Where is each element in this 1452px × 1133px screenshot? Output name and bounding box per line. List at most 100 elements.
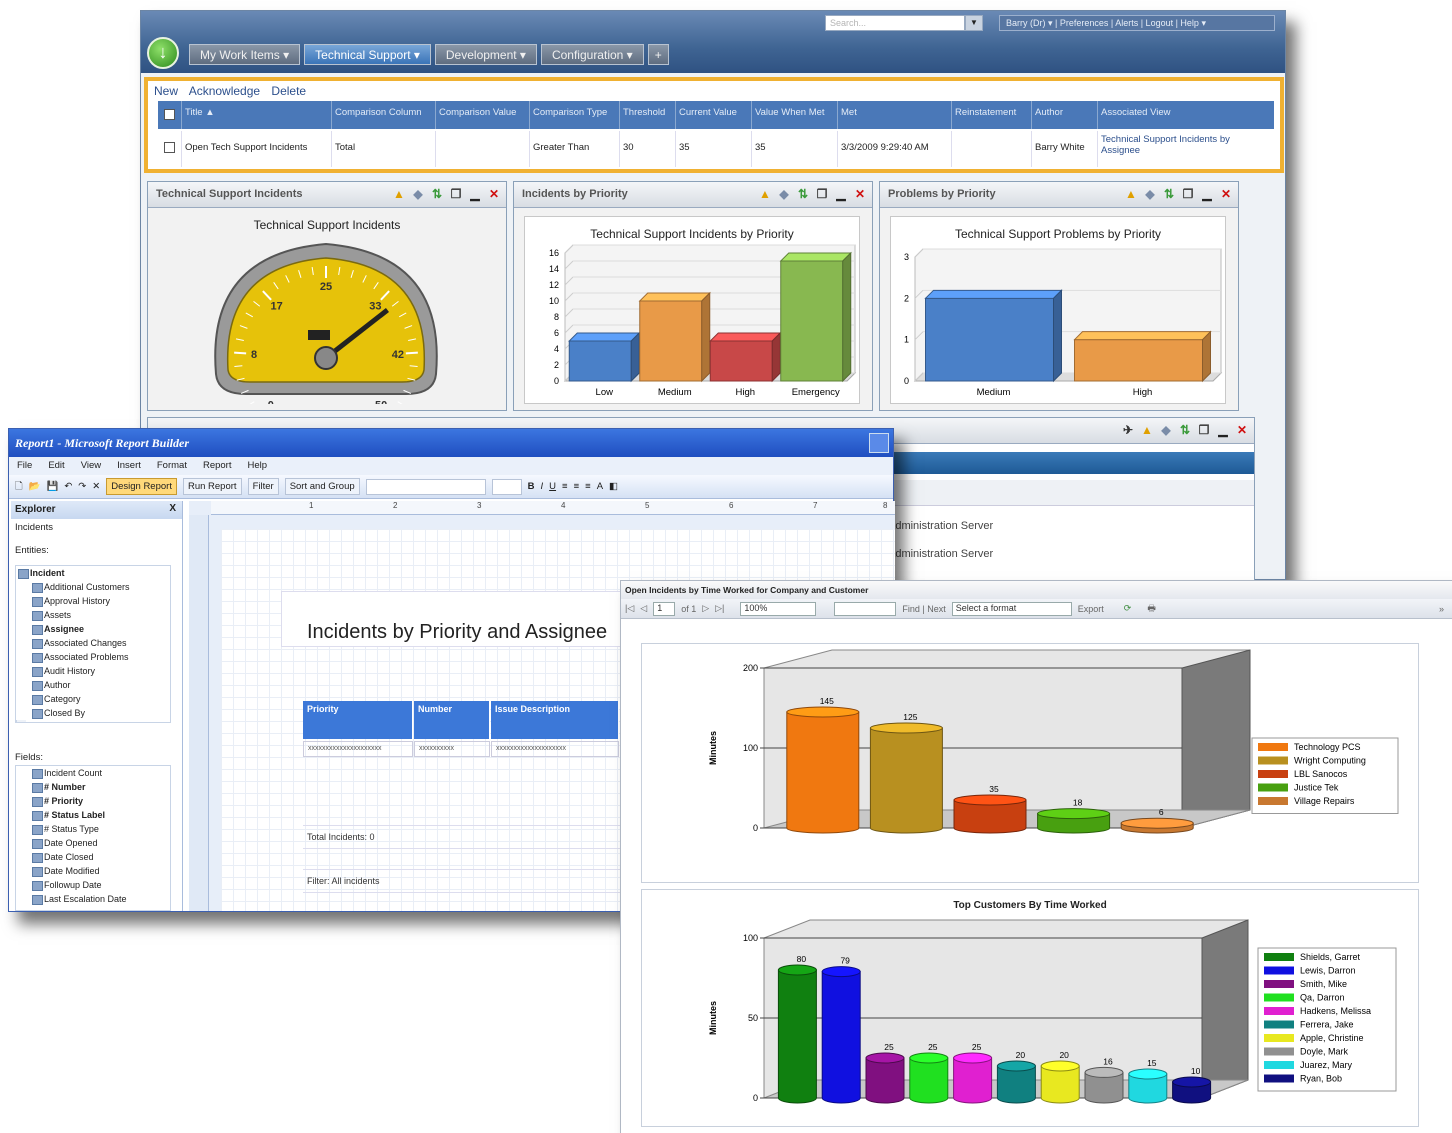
warning-icon[interactable]: ▲	[757, 186, 773, 202]
minimize-icon[interactable]: ▁	[1215, 422, 1231, 438]
column-reinstatement[interactable]: Reinstatement	[952, 101, 1032, 129]
tab-configuration[interactable]: Configuration ▾	[540, 44, 644, 65]
close-icon[interactable]: ✕	[852, 186, 868, 202]
align-center-icon[interactable]: ≡	[574, 481, 580, 492]
undo-icon[interactable]: ↶	[64, 481, 72, 492]
run-report-button[interactable]: Run Report	[182, 478, 242, 495]
detail-cell-number[interactable]: xxxxxxxxxx	[414, 741, 490, 757]
table-row[interactable]: Open Tech Support Incidents Total Greate…	[158, 131, 1274, 167]
tree-item[interactable]: Audit History	[16, 664, 170, 678]
field-item[interactable]: Last Escalation Date	[16, 892, 170, 906]
field-item[interactable]: # Status Type	[16, 822, 170, 836]
open-icon[interactable]: 📂	[29, 481, 41, 492]
column-met[interactable]: Met	[838, 101, 952, 129]
tree-item[interactable]: Closed By	[16, 706, 170, 720]
restore-window-icon[interactable]: ❐	[1180, 186, 1196, 202]
refresh-icon[interactable]: ⇅	[1177, 422, 1193, 438]
menu-view[interactable]: View	[81, 460, 101, 472]
column-title[interactable]: Title ▲	[182, 101, 332, 129]
minimize-icon[interactable]: ▁	[833, 186, 849, 202]
field-item[interactable]: Date Modified	[16, 864, 170, 878]
collapse-toolbar-icon[interactable]: »	[1439, 604, 1444, 614]
font-select[interactable]	[365, 478, 486, 495]
align-left-icon[interactable]: ≡	[562, 481, 568, 492]
user-menu-bar[interactable]: Barry (Dr) ▾ | Preferences | Alerts | Lo…	[999, 15, 1275, 31]
find-next-links[interactable]: Find | Next	[902, 604, 945, 614]
refresh-icon[interactable]: ⟳	[1124, 603, 1132, 614]
column-threshold[interactable]: Threshold	[620, 101, 676, 129]
column-header-issue-description[interactable]: Issue Description	[491, 701, 619, 739]
menu-insert[interactable]: Insert	[117, 460, 141, 472]
field-item[interactable]: Date Closed	[16, 850, 170, 864]
align-right-icon[interactable]: ≡	[585, 481, 591, 492]
close-icon[interactable]: ✕	[1234, 422, 1250, 438]
find-input[interactable]	[834, 601, 897, 616]
tree-item[interactable]: Category	[16, 692, 170, 706]
italic-icon[interactable]: I	[541, 481, 544, 492]
download-logo-icon[interactable]: ↓	[147, 37, 179, 69]
column-author[interactable]: Author	[1032, 101, 1098, 129]
scrollbar[interactable]	[16, 720, 26, 722]
report-title[interactable]: Incidents by Priority and Assignee	[307, 621, 607, 644]
search-input[interactable]: Search...	[825, 15, 965, 31]
select-all-checkbox[interactable]	[158, 101, 182, 129]
field-item[interactable]: # Number	[16, 780, 170, 794]
filter-button[interactable]: Filter	[247, 478, 279, 495]
next-page-icon[interactable]: ▷	[702, 603, 709, 614]
first-page-icon[interactable]: |◁	[625, 603, 634, 614]
field-item[interactable]: Followup Date	[16, 878, 170, 892]
save-icon[interactable]: 💾	[46, 481, 58, 492]
font-size-select[interactable]	[491, 478, 522, 495]
search-dropdown-icon[interactable]: ▼	[965, 15, 983, 31]
delete-icon[interactable]: ✕	[92, 481, 100, 492]
tab-development[interactable]: Development ▾	[434, 44, 537, 65]
column-header-priority[interactable]: Priority	[303, 701, 413, 739]
field-item[interactable]: Incident Count	[16, 766, 170, 780]
zoom-select[interactable]: 100%	[740, 601, 817, 616]
acknowledge-link[interactable]: Acknowledge	[189, 84, 260, 98]
new-icon[interactable]: 🗋	[15, 479, 23, 495]
detail-cell-priority[interactable]: xxxxxxxxxxxxxxxxxxxxx	[303, 741, 413, 757]
menu-help[interactable]: Help	[247, 460, 267, 472]
tag-icon[interactable]: ◆	[1142, 186, 1158, 202]
column-comparison-column[interactable]: Comparison Column	[332, 101, 436, 129]
design-report-button[interactable]: Design Report	[106, 478, 177, 495]
pin-icon[interactable]: ✈	[1120, 422, 1136, 438]
tree-item[interactable]: Additional Customers	[16, 580, 170, 594]
menu-report[interactable]: Report	[203, 460, 232, 472]
menu-format[interactable]: Format	[157, 460, 187, 472]
last-page-icon[interactable]: ▷|	[715, 603, 724, 614]
minimize-icon[interactable]: ▁	[1199, 186, 1215, 202]
export-format-select[interactable]: Select a format	[951, 601, 1072, 616]
warning-icon[interactable]: ▲	[1123, 186, 1139, 202]
tree-item[interactable]: Author	[16, 678, 170, 692]
fill-color-icon[interactable]: ◧	[609, 481, 618, 492]
print-icon[interactable]: 🖶	[1147, 601, 1156, 617]
explorer-close-icon[interactable]: X	[169, 503, 176, 514]
tree-item[interactable]: Incident	[16, 566, 170, 580]
row-checkbox[interactable]	[158, 131, 182, 167]
warning-icon[interactable]: ▲	[391, 186, 407, 202]
column-associated-view[interactable]: Associated View	[1098, 101, 1274, 129]
column-current-value[interactable]: Current Value	[676, 101, 752, 129]
sort-group-button[interactable]: Sort and Group	[284, 478, 360, 495]
field-item[interactable]: Date Opened	[16, 836, 170, 850]
tree-item[interactable]: Assignee	[16, 622, 170, 636]
detail-cell-description[interactable]: xxxxxxxxxxxxxxxxxxxx	[491, 741, 619, 757]
tag-icon[interactable]: ◆	[1158, 422, 1174, 438]
restore-window-icon[interactable]: ❐	[814, 186, 830, 202]
redo-icon[interactable]: ↷	[78, 481, 86, 492]
minimize-icon[interactable]: ▁	[467, 186, 483, 202]
window-control-buttons[interactable]	[869, 433, 889, 453]
tab-technical-support[interactable]: Technical Support ▾	[304, 44, 431, 65]
bold-icon[interactable]: B	[528, 481, 535, 492]
warning-icon[interactable]: ▲	[1139, 422, 1155, 438]
delete-link[interactable]: Delete	[271, 84, 306, 98]
refresh-icon[interactable]: ⇅	[795, 186, 811, 202]
tab-my-work-items[interactable]: My Work Items ▾	[189, 44, 301, 65]
refresh-icon[interactable]: ⇅	[1161, 186, 1177, 202]
field-item[interactable]: # Priority	[16, 794, 170, 808]
field-item[interactable]: # Status Label	[16, 808, 170, 822]
menu-file[interactable]: File	[17, 460, 32, 472]
tree-item[interactable]: Assets	[16, 608, 170, 622]
